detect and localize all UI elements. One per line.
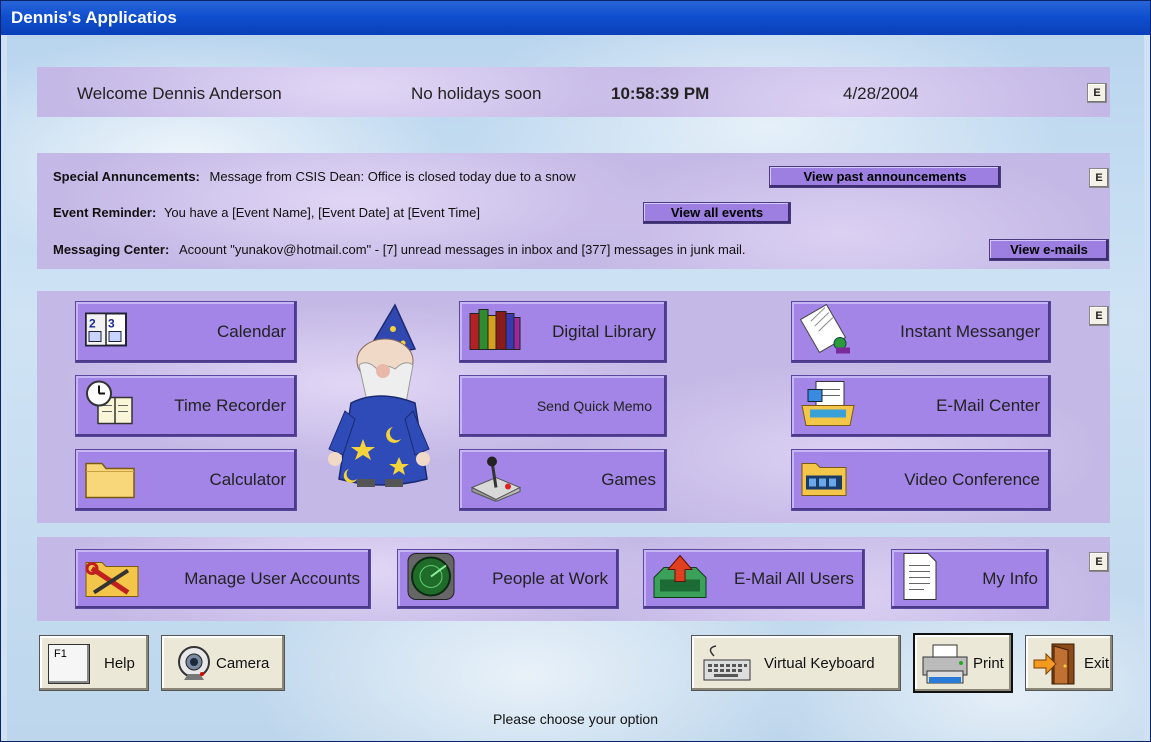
instant-messanger-label: Instant Messanger — [900, 322, 1040, 341]
instant-messanger-button[interactable]: Instant Messanger — [791, 301, 1051, 363]
video-conference-label: Video Conference — [904, 470, 1040, 489]
clock-book-icon — [84, 380, 136, 433]
time-recorder-label: Time Recorder — [174, 396, 286, 415]
mail-tray-icon — [800, 380, 856, 433]
app-window: Dennis's Applicatios Welcome Dennis Ande… — [0, 0, 1151, 742]
event-reminder-text: You have a [Event Name], [Event Date] at… — [163, 205, 480, 220]
printer-icon — [921, 643, 971, 692]
view-past-announcements-button[interactable]: View past announcements — [769, 166, 1001, 188]
messaging-center-row: Messaging Center: Acoount "yunakov@hotma… — [53, 242, 746, 257]
window-title: Dennis's Applicatios — [1, 1, 1150, 35]
email-all-users-label: E-Mail All Users — [734, 569, 854, 588]
client-area: Welcome Dennis Anderson No holidays soon… — [7, 35, 1144, 741]
welcome-message: Welcome Dennis Anderson — [77, 84, 282, 103]
status-bar-text: Please choose your option — [493, 711, 658, 727]
view-emails-button[interactable]: View e-mails — [989, 239, 1109, 261]
email-center-label: E-Mail Center — [936, 396, 1040, 415]
my-info-label: My Info — [982, 569, 1038, 588]
time-recorder-button[interactable]: Time Recorder — [75, 375, 297, 437]
folder-icon — [84, 456, 136, 505]
svg-text:2: 2 — [89, 317, 96, 331]
exit-door-icon — [1032, 642, 1078, 691]
special-announcement-label: Special Annuncements: — [53, 169, 200, 184]
welcome-panel: Welcome Dennis Anderson No holidays soon… — [37, 67, 1110, 117]
messaging-center-text: Acoount "yunakov@hotmail.com" - [7] unre… — [178, 242, 746, 257]
view-all-events-button[interactable]: View all events — [643, 202, 791, 224]
edit-announcements-button[interactable]: E — [1089, 168, 1109, 188]
f1-key-icon: F1 — [48, 644, 90, 684]
film-folder-icon — [800, 458, 850, 503]
send-quick-memo-button[interactable]: Send Quick Memo — [459, 375, 667, 437]
manage-user-accounts-label: Manage User Accounts — [184, 569, 360, 588]
video-conference-button[interactable]: Video Conference — [791, 449, 1051, 511]
calculator-button[interactable]: Calculator — [75, 449, 297, 511]
document-icon — [900, 552, 940, 607]
applications-panel: E 2 3 Calendar Time Recorder Calculator … — [37, 291, 1110, 523]
people-at-work-button[interactable]: People at Work — [397, 549, 619, 609]
digital-library-label: Digital Library — [552, 322, 656, 341]
event-reminder-label: Event Reminder: — [53, 205, 157, 220]
calendar-icon: 2 3 — [84, 310, 130, 355]
people-at-work-label: People at Work — [492, 569, 608, 588]
edit-admin-button[interactable]: E — [1089, 552, 1109, 572]
edit-applications-button[interactable]: E — [1089, 306, 1109, 326]
current-time: 10:58:39 PM — [611, 84, 710, 103]
email-all-users-button[interactable]: E-Mail All Users — [643, 549, 865, 609]
calendar-button[interactable]: 2 3 Calendar — [75, 301, 297, 363]
help-button[interactable]: F1 Help — [39, 635, 149, 691]
keyboard-icon — [702, 644, 752, 689]
digital-library-button[interactable]: Digital Library — [459, 301, 667, 363]
special-announcement-row: Special Annuncements: Message from CSIS … — [53, 169, 576, 184]
messaging-center-label: Messaging Center: — [53, 242, 170, 257]
webcam-icon — [174, 644, 214, 691]
games-label: Games — [601, 470, 656, 489]
print-button[interactable]: Print — [913, 633, 1013, 693]
my-info-button[interactable]: My Info — [891, 549, 1049, 609]
print-label: Print — [973, 654, 1004, 672]
announcements-panel: Special Annuncements: Message from CSIS … — [37, 153, 1110, 269]
calendar-label: Calendar — [217, 322, 286, 341]
admin-panel: E Manage User Accounts People at Work E-… — [37, 537, 1110, 621]
camera-button[interactable]: Camera — [161, 635, 285, 691]
virtual-keyboard-button[interactable]: Virtual Keyboard — [691, 635, 901, 691]
camera-label: Camera — [216, 654, 270, 672]
email-center-button[interactable]: E-Mail Center — [791, 375, 1051, 437]
exit-label: Exit — [1084, 654, 1110, 672]
help-label: Help — [104, 654, 135, 672]
joystick-icon — [468, 454, 522, 507]
holiday-status: No holidays soon — [411, 84, 542, 103]
manage-user-accounts-button[interactable]: Manage User Accounts — [75, 549, 371, 609]
games-button[interactable]: Games — [459, 449, 667, 511]
calculator-label: Calculator — [209, 470, 286, 489]
event-reminder-row: Event Reminder: You have a [Event Name],… — [53, 205, 480, 220]
tools-folder-icon — [84, 555, 140, 604]
outbox-icon — [652, 554, 708, 605]
books-icon — [468, 308, 522, 357]
send-quick-memo-label: Send Quick Memo — [536, 398, 652, 414]
exit-button[interactable]: Exit — [1025, 635, 1113, 691]
edit-header-button[interactable]: E — [1087, 83, 1107, 103]
special-announcement-text: Message from CSIS Dean: Office is closed… — [209, 169, 576, 184]
wizard-mascot — [323, 299, 435, 491]
messenger-icon — [799, 303, 856, 361]
radar-icon — [406, 552, 456, 607]
virtual-keyboard-label: Virtual Keyboard — [764, 654, 875, 672]
svg-text:3: 3 — [108, 317, 115, 331]
current-date: 4/28/2004 — [843, 84, 919, 103]
